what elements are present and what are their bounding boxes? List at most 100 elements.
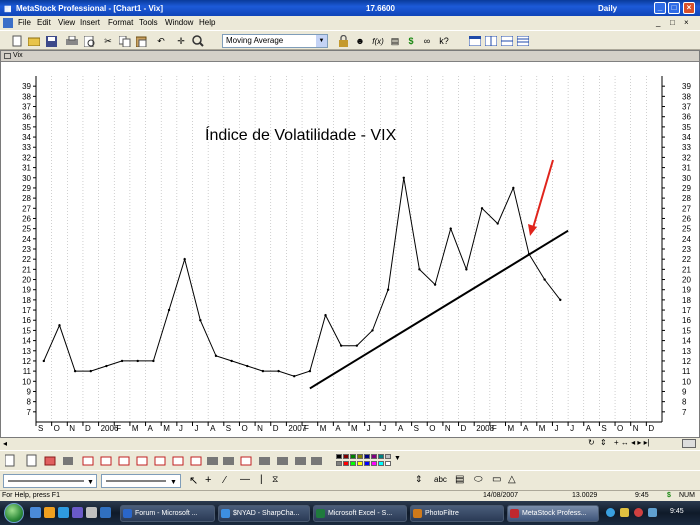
vix-data-point <box>480 207 484 210</box>
cycle-tool-icon[interactable]: ⧖ <box>272 474 278 485</box>
y-tick-label-left: 10 <box>22 377 31 386</box>
menu-tools[interactable]: Tools <box>139 18 158 27</box>
tray-volume-icon[interactable] <box>620 508 629 517</box>
new-icon[interactable] <box>10 34 24 48</box>
y-tick-label-left: 15 <box>22 326 31 335</box>
line-style-dropdown[interactable]: ▼ <box>3 474 97 488</box>
menu-file[interactable]: File <box>18 18 31 27</box>
save-icon[interactable] <box>44 34 58 48</box>
mdi-minimize-button[interactable]: _ <box>656 18 660 27</box>
pointer-tool-icon[interactable]: ↖ <box>189 474 198 487</box>
vix-chart[interactable]: 7891011121314151617181920212223242526272… <box>0 62 700 438</box>
text-tool-icon[interactable]: abc <box>434 475 447 484</box>
quicklaunch-desktop-icon[interactable] <box>30 507 41 518</box>
indicator-dropdown[interactable]: Moving Average ▼ <box>222 34 328 48</box>
taskbar-item-photofiltre[interactable]: PhotoFiltre <box>410 505 504 522</box>
taskbar-item-metastock[interactable]: MetaStock Profess... <box>507 505 599 522</box>
vix-data-point <box>261 369 265 373</box>
horizontal-line-tool-icon[interactable]: — <box>240 474 250 485</box>
quicklaunch-app-icon[interactable] <box>72 507 83 518</box>
crosshair-tool-icon[interactable]: + <box>205 474 211 486</box>
formula-icon[interactable]: f(x) <box>369 34 387 48</box>
status-num: NUM <box>679 492 695 499</box>
quicklaunch-folder-icon[interactable] <box>44 507 55 518</box>
chart-window-icon[interactable] <box>4 53 11 59</box>
y-tick-label-left: 30 <box>22 174 31 183</box>
app-icon[interactable]: ▦ <box>4 4 12 13</box>
tile-horizontal-icon[interactable] <box>500 34 514 48</box>
y-tick-label-left: 31 <box>22 164 31 173</box>
lock-icon[interactable] <box>336 34 350 48</box>
tray-security-icon[interactable] <box>634 508 643 517</box>
copy-icon[interactable] <box>118 34 132 48</box>
refresh-icon[interactable]: ↻ <box>588 438 595 447</box>
menu-format[interactable]: Format <box>108 18 133 27</box>
grid-tool-icon[interactable]: ▤ <box>455 474 464 485</box>
cascade-icon[interactable] <box>516 34 530 48</box>
taskbar-item-sharpcharts[interactable]: $NYAD - SharpCha... <box>218 505 310 522</box>
x-tick-label: N <box>633 424 639 433</box>
y-tick-label-left: 20 <box>22 276 31 285</box>
color-palette[interactable] <box>336 454 392 468</box>
expand-icon[interactable]: ⇕ <box>600 438 607 447</box>
taskbar-item-excel[interactable]: Microsoft Excel - S... <box>313 505 407 522</box>
minimize-button[interactable]: _ <box>654 2 666 14</box>
zoom-icon[interactable] <box>191 34 205 48</box>
ellipse-tool-icon[interactable]: ⬭ <box>474 474 483 485</box>
y-tick-label-right: 28 <box>682 194 691 203</box>
menu-insert[interactable]: Insert <box>80 18 100 27</box>
chart-annotation-title: Índice de Volatilidade - VIX <box>205 125 397 144</box>
mdi-restore-button[interactable]: □ <box>670 18 675 27</box>
binoculars-icon[interactable]: ∞ <box>420 34 434 48</box>
paste-icon[interactable] <box>134 34 148 48</box>
menu-help[interactable]: Help <box>199 18 215 27</box>
start-button[interactable] <box>4 503 24 523</box>
print-icon[interactable] <box>65 34 79 48</box>
tray-network-icon[interactable] <box>606 508 615 517</box>
quicklaunch-switch-icon[interactable] <box>86 507 97 518</box>
rectangle-tool-icon[interactable]: ▭ <box>492 474 501 485</box>
undo-icon[interactable]: ↶ <box>154 34 168 48</box>
taskbar-item-forum[interactable]: Forum - Microsoft ... <box>120 505 215 522</box>
maximize-button[interactable]: □ <box>668 2 680 14</box>
menu-view[interactable]: View <box>58 18 75 27</box>
scroll-controls[interactable]: + ↔ ◂ ▸ ▸| <box>614 438 650 447</box>
crosshair-icon[interactable]: ✛ <box>174 34 188 48</box>
status-value: 13.0029 <box>572 492 598 499</box>
chart-resize-handle[interactable] <box>682 439 696 448</box>
vix-data-point <box>527 252 531 256</box>
y-tick-label-right: 35 <box>682 123 691 132</box>
x-tick-label: A <box>523 424 529 433</box>
line-weight-dropdown[interactable]: ▼ <box>101 474 181 488</box>
quicklaunch-ie-icon[interactable] <box>58 507 69 518</box>
y-tick-label-left: 23 <box>22 245 31 254</box>
quicklaunch-media-icon[interactable] <box>100 507 111 518</box>
scroll-left-icon[interactable]: ◂ <box>3 439 7 448</box>
explorer-icon[interactable]: ▤ <box>388 34 402 48</box>
help-pointer-icon[interactable]: k? <box>437 34 451 48</box>
chevron-down-icon[interactable]: ▼ <box>316 35 327 47</box>
vertical-line-tool-icon[interactable]: | <box>260 474 263 485</box>
menu-window[interactable]: Window <box>165 18 193 27</box>
x-tick-label: J <box>367 424 371 433</box>
expert-icon[interactable]: ☻ <box>353 34 367 48</box>
dollar-icon[interactable]: $ <box>404 34 418 48</box>
print-preview-icon[interactable] <box>82 34 96 48</box>
y-tick-label-left: 21 <box>22 265 31 274</box>
tray-app-icon[interactable] <box>648 508 657 517</box>
tile-vertical-icon[interactable] <box>484 34 498 48</box>
close-button[interactable]: × <box>683 2 695 14</box>
mdi-close-button[interactable]: × <box>684 18 689 27</box>
trendline-tool-icon[interactable]: ⁄ <box>224 475 226 486</box>
x-tick-label: M <box>320 424 327 433</box>
menu-edit[interactable]: Edit <box>37 18 51 27</box>
cut-icon[interactable]: ✂ <box>101 34 115 48</box>
tile-icon[interactable] <box>468 34 482 48</box>
spin-icon[interactable]: ⇕ <box>415 474 423 485</box>
open-icon[interactable] <box>27 34 41 48</box>
palette-dropdown-icon[interactable]: ▼ <box>394 455 401 462</box>
y-tick-label-right: 33 <box>682 143 691 152</box>
object-tool-buttons[interactable] <box>5 454 325 468</box>
document-icon[interactable] <box>3 18 13 28</box>
triangle-tool-icon[interactable]: △ <box>508 474 516 485</box>
